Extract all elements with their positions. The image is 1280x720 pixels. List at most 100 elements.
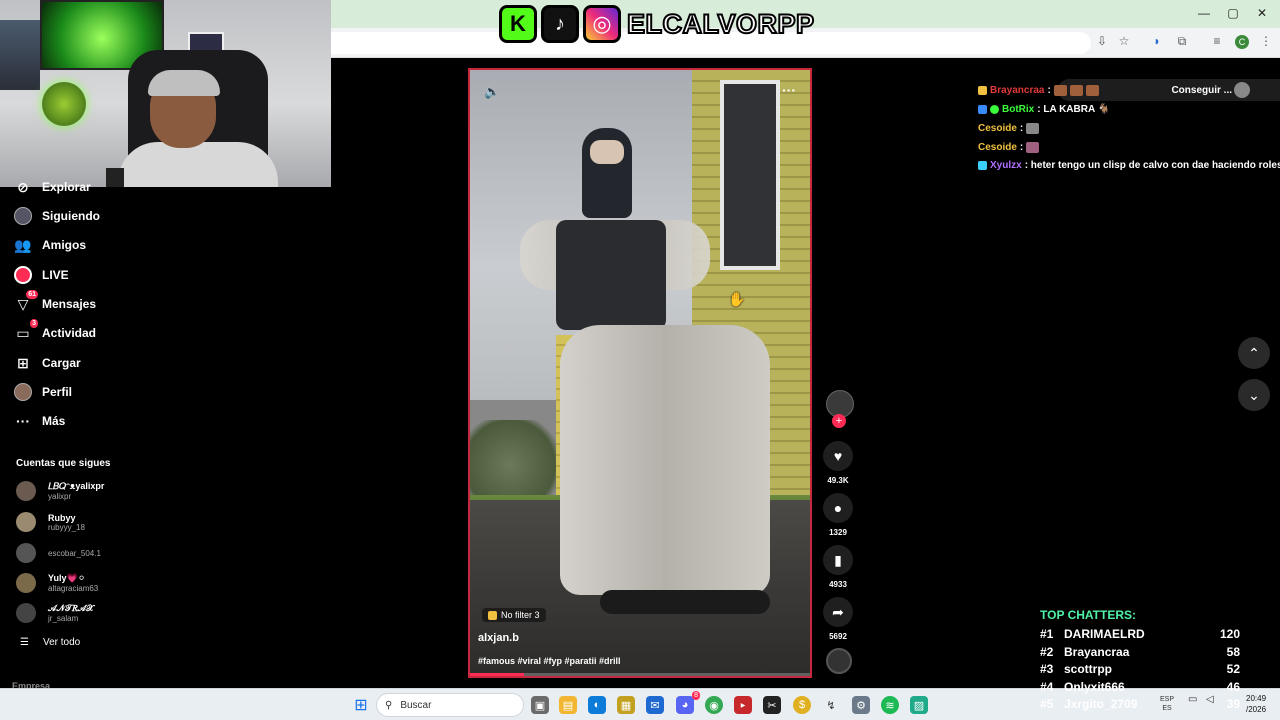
chat-text: : heter tengo un clisp de calvo con dae … <box>1024 159 1280 171</box>
store-icon[interactable]: ▦ <box>617 696 635 714</box>
nav-mas[interactable]: ··· Más <box>14 409 65 433</box>
windows-start-icon[interactable]: ⊞ <box>352 696 370 714</box>
chat-message: Xyulzx : heter tengo un clisp de calvo c… <box>978 157 1280 173</box>
figurine-shelf <box>0 20 40 90</box>
chatter-name: Onlyxit666 <box>1064 680 1125 694</box>
follow-plus-icon[interactable]: + <box>832 414 846 428</box>
avatar <box>16 573 36 593</box>
chatter-name: DARIMAELRD <box>1064 627 1145 641</box>
upload-icon: ⊞ <box>17 354 29 371</box>
next-video-button[interactable]: ⌄ <box>1238 379 1270 411</box>
task-view-icon[interactable]: ▣ <box>531 696 549 714</box>
profile-avatar-icon <box>14 383 32 401</box>
bookmark-star-icon[interactable]: ☆ <box>1116 34 1132 48</box>
share-button[interactable]: ➦ <box>823 597 853 627</box>
following-account[interactable]: 𝒜𝒩𝒯𝑅𝒜𝒳 jr_salam <box>16 600 94 626</box>
tiktok-sidebar: ⊘ Explorar Siguiendo 👥 Amigos LIVE ▽ 61 M… <box>0 179 160 720</box>
message-count: 120 <box>1219 627 1240 641</box>
nav-amigos[interactable]: 👥 Amigos <box>14 233 86 257</box>
settings-gear-icon[interactable]: ⚙ <box>852 696 870 714</box>
nav-actividad[interactable]: ▭ 3 Actividad <box>14 319 97 345</box>
nav-siguiendo[interactable]: Siguiendo <box>14 204 100 228</box>
extension-audio-icon[interactable]: ◗ <box>1149 34 1165 48</box>
mouse-cursor-icon: ✋ <box>728 291 746 307</box>
emote-icon <box>1069 84 1083 96</box>
avatar <box>16 481 36 501</box>
video-progress-fill <box>470 673 525 676</box>
streaming-app-icon[interactable]: ↯ <box>822 696 840 714</box>
spotify-icon[interactable]: ≋ <box>881 696 899 714</box>
mute-icon[interactable]: 🔈 <box>484 84 500 100</box>
taskbar-clock[interactable]: 20:49/2026 <box>1246 693 1266 715</box>
nav-label: Explorar <box>42 180 91 194</box>
discord-badge: 8 <box>692 691 700 700</box>
top-chatter-row: #5 Jxrgito_2709 39 <box>1040 697 1240 714</box>
top-chatter-row: #4 Onlyxit666 46 <box>1040 680 1240 697</box>
video-player[interactable]: 🔈 ··· No filter 3 alxjan.b #famous #vira… <box>468 68 812 678</box>
following-account[interactable]: 𝐿𝐵𝑄ᵔᴥyalixpr yalixpr <box>16 478 104 504</box>
edge-icon[interactable]: ◐ <box>588 696 606 714</box>
clock-date: /2026 <box>1246 705 1267 714</box>
video-hashtags[interactable]: #famous #viral #fyp #paratii #drill <box>478 656 621 666</box>
maximize-icon[interactable]: ▢ <box>1223 6 1243 20</box>
install-app-icon[interactable]: ⇩ <box>1094 34 1110 48</box>
emote-icon <box>1026 122 1040 134</box>
chat-message: Brayancraa : <box>978 82 1099 98</box>
video-person-pants <box>560 325 770 595</box>
nav-label: Mensajes <box>42 297 97 311</box>
chat-user: Xyulzx <box>990 159 1022 171</box>
account-handle: altagraciam63 <box>48 584 99 593</box>
message-count: 58 <box>1226 645 1240 659</box>
chevron-up-icon: ⌃ <box>1248 344 1260 361</box>
video-progress-bar[interactable] <box>470 673 810 676</box>
nav-perfil[interactable]: Perfil <box>14 380 72 404</box>
close-icon[interactable]: ✕ <box>1252 6 1272 20</box>
top-chatter-row: #3 scottrpp 52 <box>1040 662 1240 679</box>
following-avatar-icon <box>14 207 32 225</box>
minimize-icon[interactable]: — <box>1194 6 1214 20</box>
webcam-overlay <box>0 0 331 187</box>
nav-live[interactable]: LIVE <box>14 263 69 287</box>
video-editor-icon[interactable]: ▶ <box>734 696 752 714</box>
comment-button[interactable]: ● <box>823 493 853 523</box>
more-options-icon[interactable]: ··· <box>782 82 796 98</box>
nav-cargar[interactable]: ⊞ Cargar <box>14 351 81 375</box>
kick-app-icon[interactable]: ▨ <box>910 696 928 714</box>
previous-video-button[interactable]: ⌃ <box>1238 337 1270 369</box>
see-all-link[interactable]: ☰ Ver todo <box>20 637 80 648</box>
chat-text: : LA KABRA 🐐 <box>1037 103 1111 115</box>
mail-icon[interactable]: ✉ <box>646 696 664 714</box>
capcut-icon[interactable]: ✂ <box>763 696 781 714</box>
profile-avatar-icon[interactable]: C <box>1235 35 1249 49</box>
nav-explorar[interactable]: ⊘ Explorar <box>14 175 91 199</box>
extensions-puzzle-icon[interactable]: ⧉ <box>1174 34 1190 49</box>
nav-mensajes[interactable]: ▽ 61 Mensajes <box>14 290 97 316</box>
effect-chip[interactable]: No filter 3 <box>482 608 546 622</box>
nav-label: Actividad <box>42 326 97 340</box>
following-account[interactable]: Yuly💗⚪ altagraciam63 <box>16 570 98 596</box>
media-control-icon[interactable]: ≡ <box>1209 34 1225 48</box>
chat-user: Cesoide <box>978 122 1017 134</box>
neon-sign <box>42 82 86 126</box>
account-name: 𝒜𝒩𝒯𝑅𝒜𝒳 <box>48 603 94 613</box>
file-explorer-icon[interactable]: ▤ <box>559 696 577 714</box>
search-icon: ⚲ <box>385 699 393 711</box>
more-icon: ··· <box>16 413 30 429</box>
like-button[interactable]: ♥ <box>823 441 853 471</box>
coin-app-icon[interactable]: $ <box>793 696 811 714</box>
discord-icon[interactable]: ◕ 8 <box>676 691 700 714</box>
video-author[interactable]: alxjan.b <box>478 632 519 644</box>
taskbar-search[interactable]: ⚲ Buscar <box>376 693 524 717</box>
chrome-icon[interactable]: ◉ <box>705 696 723 714</box>
account-handle: yalixpr <box>48 492 72 501</box>
browser-menu-icon[interactable]: ⋮ <box>1258 34 1274 48</box>
avatar[interactable] <box>1234 82 1250 98</box>
chat-text: : <box>1019 122 1024 134</box>
following-account[interactable]: Rubyy rubyyy_18 <box>16 509 85 535</box>
following-account[interactable]: escobar_504.1 <box>16 540 101 566</box>
video-window <box>720 80 780 270</box>
compass-icon: ⊘ <box>17 178 29 195</box>
sound-disc-icon[interactable] <box>826 648 852 674</box>
avatar <box>16 543 36 563</box>
save-button[interactable]: ▮ <box>823 545 853 575</box>
